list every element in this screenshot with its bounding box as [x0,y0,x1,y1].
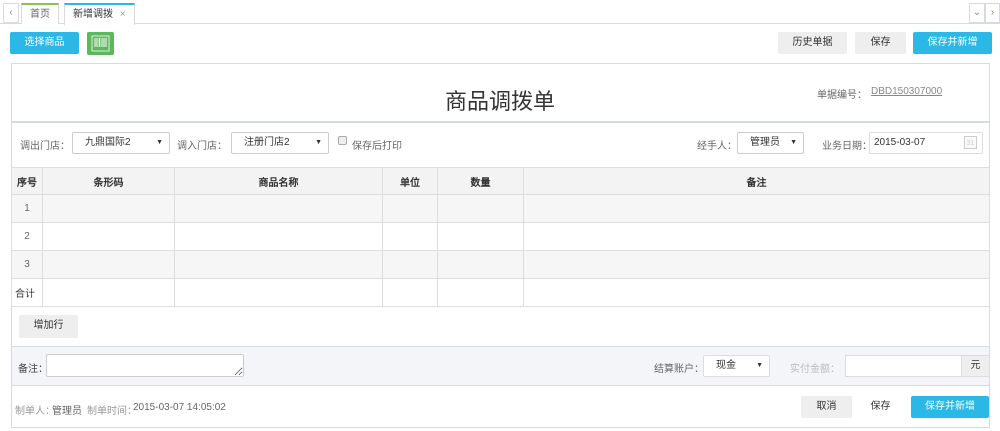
tab-scroll-left[interactable]: ‹ [3,3,19,23]
footer-save-and-new-button[interactable]: 保存并新增 [911,396,989,418]
col-qty: 数量 [437,167,524,195]
table-row[interactable]: 2 [11,222,990,251]
col-barcode: 条形码 [42,167,175,195]
barcode-scan-button[interactable] [87,32,114,55]
select-goods-button[interactable]: 选择商品 [10,32,79,54]
remark-label: 备注： [18,364,48,375]
in-store-select[interactable]: 注册门店2 [231,132,329,154]
time-label: 制单时间： [87,406,137,417]
goods-table: 序号 条形码 商品名称 单位 数量 备注 1 2 3 合计 [11,167,990,307]
handler-select[interactable]: 管理员 [737,132,804,154]
date-label: 业务日期： [822,141,872,152]
tab-label: 首页 [30,9,50,20]
col-name: 商品名称 [174,167,383,195]
calendar-icon[interactable]: 31 [964,136,977,149]
creator-label: 制单人： [15,406,55,417]
footer-save-button[interactable]: 保存 [855,396,906,418]
print-after-save-checkbox[interactable] [338,136,347,145]
handler-label: 经手人： [697,141,737,152]
divider [12,121,989,123]
table-row[interactable]: 1 [11,194,990,223]
create-time: 2015-03-07 14:05:02 [133,402,226,413]
tab-home[interactable]: 首页 [21,3,59,24]
row-index: 3 [11,250,43,279]
doc-no-label: 单据编号： [817,90,867,101]
in-store-label: 调入门店： [177,141,227,152]
tab-scroll-right[interactable]: › [985,3,1000,23]
close-icon[interactable]: × [120,9,126,20]
barcode-icon [91,35,110,52]
save-and-new-button[interactable]: 保存并新增 [913,32,992,54]
total-row: 合计 [11,278,990,307]
out-store-select[interactable]: 九鼎国际2 [72,132,170,154]
row-index: 1 [11,194,43,223]
tab-bar [0,0,1000,24]
account-label: 结算账户： [654,364,704,375]
tab-new-transfer[interactable]: 新增调拨 × [64,3,135,25]
print-after-save-label: 保存后打印 [352,141,402,152]
cancel-button[interactable]: 取消 [801,396,852,418]
history-button[interactable]: 历史单据 [778,32,847,54]
remark-input[interactable] [46,354,244,377]
paid-amount-label: 实付金额： [790,364,840,375]
col-remark: 备注 [523,167,990,195]
col-index: 序号 [11,167,43,195]
out-store-label: 调出门店： [20,141,70,152]
doc-no-link[interactable]: DBD150307000 [871,86,942,97]
date-value: 2015-03-07 [874,137,926,148]
creator: 管理员 [52,406,82,417]
tab-label: 新增调拨 [73,9,113,20]
save-button[interactable]: 保存 [855,32,906,54]
row-index: 2 [11,222,43,251]
col-unit: 单位 [382,167,438,195]
currency-addon: 元 [961,355,990,377]
account-select[interactable]: 现金 [703,355,770,377]
total-label: 合计 [11,278,43,307]
table-header-row: 序号 条形码 商品名称 单位 数量 备注 [11,167,990,195]
tab-dropdown[interactable]: ⌄ [969,3,985,23]
add-row-button[interactable]: 增加行 [19,315,78,338]
table-row[interactable]: 3 [11,250,990,279]
